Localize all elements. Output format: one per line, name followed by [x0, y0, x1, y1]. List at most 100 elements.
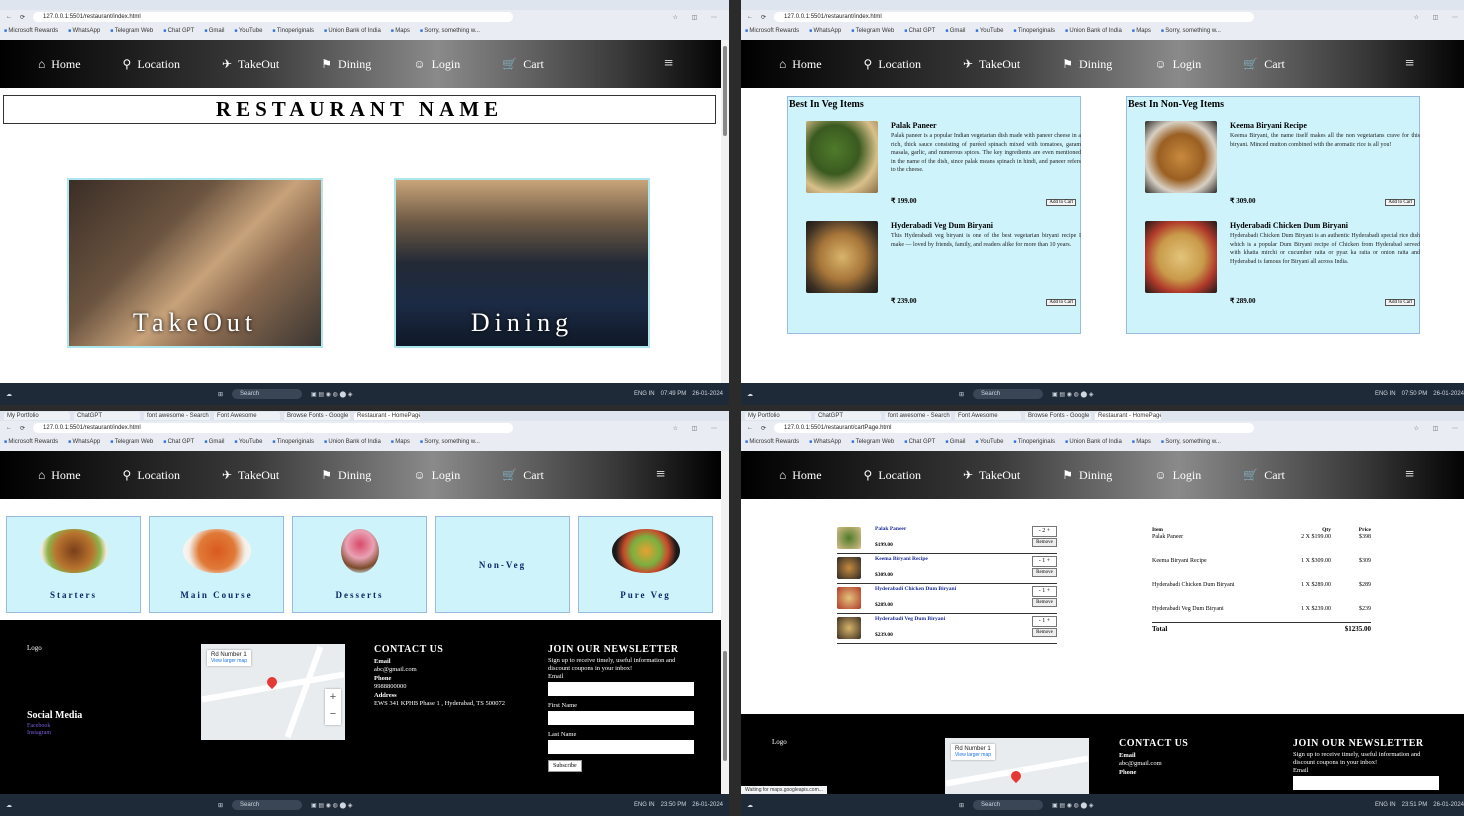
cart-item-name[interactable]: Hyderabadi Chicken Dum Biryani — [875, 586, 956, 592]
nav-cart[interactable]: 🛒 Cart — [502, 57, 544, 72]
nav-cart[interactable]: 🛒 Cart — [1243, 57, 1285, 72]
hamburger-menu-icon[interactable]: ≡ — [1405, 466, 1414, 484]
takeout-card[interactable]: TakeOut — [67, 178, 323, 348]
browser-tab[interactable]: My Portfolio — [4, 412, 70, 420]
bookmark[interactable]: Telegram Web — [851, 439, 895, 445]
windows-start-icon[interactable]: ⊞ — [959, 391, 964, 398]
nav-login[interactable]: ☺ Login — [1154, 57, 1201, 72]
bookmark[interactable]: Gmail — [945, 439, 966, 445]
app-icons[interactable]: ▣ ▤ ◉ ◍ ⬤ ◈ — [1052, 391, 1093, 398]
nav-location[interactable]: ⚲ Location — [123, 468, 180, 483]
browser-tab-active[interactable]: Restaurant - HomePage — [1095, 412, 1161, 420]
hamburger-menu-icon[interactable]: ≡ — [1405, 55, 1414, 73]
remove-button[interactable]: Remove — [1032, 628, 1057, 637]
view-larger-map-link[interactable]: View larger map — [211, 658, 247, 664]
bookmark[interactable]: Gmail — [945, 28, 966, 34]
quantity-control[interactable]: - 1 + — [1032, 556, 1057, 567]
bookmark[interactable]: Chat GPT — [904, 28, 936, 34]
bookmark[interactable]: YouTube — [234, 439, 263, 445]
remove-button[interactable]: Remove — [1032, 598, 1057, 607]
browser-tab[interactable]: ChatGPT — [74, 412, 140, 420]
quantity-control[interactable]: - 2 + — [1032, 526, 1057, 537]
nav-cart[interactable]: 🛒 Cart — [1243, 468, 1285, 483]
remove-button[interactable]: Remove — [1032, 568, 1057, 577]
cart-item-name[interactable]: Hyderabadi Veg Dum Biryani — [875, 616, 945, 622]
bookmark[interactable]: Tinoperiginals — [272, 28, 314, 34]
browser-tab[interactable]: font awesome - Search — [144, 412, 210, 420]
browser-tab[interactable]: My Portfolio — [745, 412, 811, 420]
nav-dining[interactable]: ⚑ Dining — [321, 57, 371, 72]
cart-item-name[interactable]: Keema Biryani Recipe — [875, 556, 928, 562]
widgets-icon[interactable]: ☁ — [6, 802, 12, 809]
category-desserts[interactable]: Desserts — [292, 516, 427, 613]
category-pure-veg[interactable]: Pure Veg — [578, 516, 713, 613]
bookmark[interactable]: Maps — [391, 28, 410, 34]
taskbar-search[interactable]: Search — [973, 800, 1044, 810]
bookmark[interactable]: WhatsApp — [809, 28, 842, 34]
address-bar[interactable]: 127.0.0.1:5501/restaurant/index.html — [774, 12, 1255, 22]
windows-start-icon[interactable]: ⊞ — [959, 802, 964, 809]
bookmark[interactable]: Gmail — [204, 28, 225, 34]
widgets-icon[interactable]: ☁ — [747, 391, 753, 398]
bookmark[interactable]: Gmail — [204, 439, 225, 445]
toolbar-icons[interactable]: ☆ ◫ ⋯ — [1414, 14, 1464, 21]
hamburger-menu-icon[interactable]: ≡ — [664, 55, 673, 73]
browser-tab[interactable]: Font Awesome — [214, 412, 280, 420]
widgets-icon[interactable]: ☁ — [6, 391, 12, 398]
quantity-control[interactable]: - 1 + — [1032, 586, 1057, 597]
remove-button[interactable]: Remove — [1032, 538, 1057, 547]
bookmark[interactable]: Chat GPT — [904, 439, 936, 445]
browser-tab[interactable]: ChatGPT — [815, 412, 881, 420]
add-to-cart-button[interactable]: Add to Cart — [1046, 199, 1076, 206]
newsletter-email-input[interactable] — [548, 682, 694, 696]
nav-cart[interactable]: 🛒 Cart — [502, 468, 544, 483]
embedded-map[interactable]: Rd Number 1 View larger map + − — [201, 644, 345, 740]
toolbar-icons[interactable]: ☆ ◫ ⋯ — [673, 425, 723, 432]
back-icon[interactable]: ← — [747, 425, 753, 431]
bookmark[interactable]: Tinoperiginals — [272, 439, 314, 445]
bookmark[interactable]: Tinoperiginals — [1013, 439, 1055, 445]
embedded-map[interactable]: Rd Number 1 View larger map — [945, 738, 1089, 794]
back-icon[interactable]: ← — [6, 425, 12, 431]
bookmark[interactable]: Telegram Web — [110, 439, 154, 445]
scrollbar-thumb[interactable] — [723, 651, 727, 761]
nav-home[interactable]: ⌂ Home — [779, 468, 822, 483]
quantity-control[interactable]: - 1 + — [1032, 616, 1057, 627]
bookmark[interactable]: Microsoft Rewards — [745, 439, 799, 445]
category-main-course[interactable]: Main Course — [149, 516, 284, 613]
bookmark[interactable]: Union Bank of India — [324, 439, 380, 445]
add-to-cart-button[interactable]: Add to Cart — [1046, 299, 1076, 306]
cart-item-name[interactable]: Palak Paneer — [875, 526, 906, 532]
nav-takeout[interactable]: ✈ TakeOut — [222, 57, 279, 72]
add-to-cart-button[interactable]: Add to Cart — [1385, 299, 1415, 306]
bookmark[interactable]: Maps — [391, 439, 410, 445]
toolbar-icons[interactable]: ☆ ◫ ⋯ — [673, 14, 723, 21]
bookmark[interactable]: Sorry, something w... — [1161, 28, 1221, 34]
toolbar-icons[interactable]: ☆ ◫ ⋯ — [1414, 425, 1464, 432]
app-icons[interactable]: ▣ ▤ ◉ ◍ ⬤ ◈ — [1052, 802, 1093, 809]
windows-start-icon[interactable]: ⊞ — [218, 802, 223, 809]
nav-home[interactable]: ⌂ Home — [38, 57, 81, 72]
bookmark[interactable]: WhatsApp — [809, 439, 842, 445]
bookmark[interactable]: Union Bank of India — [1065, 28, 1121, 34]
scrollbar[interactable] — [721, 40, 729, 383]
bookmark[interactable]: WhatsApp — [68, 439, 101, 445]
browser-tab[interactable]: Browse Fonts - Google F — [284, 412, 350, 420]
reload-icon[interactable]: ⟳ — [20, 14, 25, 21]
app-icons[interactable]: ▣ ▤ ◉ ◍ ⬤ ◈ — [311, 802, 352, 809]
taskbar-search[interactable]: Search — [973, 389, 1044, 399]
bookmark[interactable]: Chat GPT — [163, 28, 195, 34]
back-icon[interactable]: ← — [6, 14, 12, 20]
bookmark[interactable]: Sorry, something w... — [1161, 439, 1221, 445]
nav-dining[interactable]: ⚑ Dining — [1062, 57, 1112, 72]
newsletter-email-input[interactable] — [1293, 776, 1439, 790]
nav-home[interactable]: ⌂ Home — [779, 57, 822, 72]
bookmark[interactable]: Union Bank of India — [1065, 439, 1121, 445]
bookmark[interactable]: Maps — [1132, 28, 1151, 34]
nav-takeout[interactable]: ✈ TakeOut — [222, 468, 279, 483]
address-bar[interactable]: 127.0.0.1:5501/restaurant/index.html — [33, 12, 514, 22]
bookmark[interactable]: Microsoft Rewards — [4, 439, 58, 445]
nav-dining[interactable]: ⚑ Dining — [1062, 468, 1112, 483]
browser-tab[interactable]: font awesome - Search — [885, 412, 951, 420]
nav-login[interactable]: ☺ Login — [413, 468, 460, 483]
